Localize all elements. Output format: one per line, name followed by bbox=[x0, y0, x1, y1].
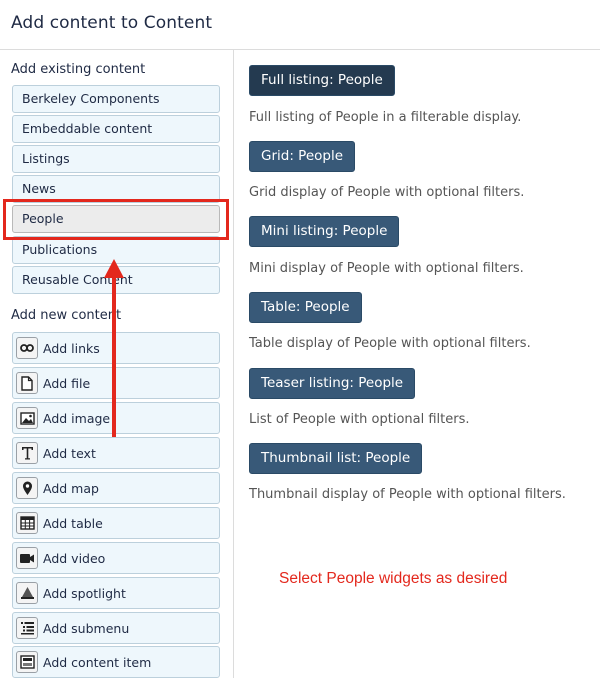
full-listing-people-button[interactable]: Full listing: People bbox=[249, 65, 395, 96]
existing-item-embeddable-content[interactable]: Embeddable content bbox=[12, 115, 220, 143]
image-icon bbox=[16, 407, 38, 429]
file-icon bbox=[16, 372, 38, 394]
add-spotlight-button[interactable]: Add spotlight bbox=[12, 577, 220, 609]
add-links-label: Add links bbox=[43, 341, 100, 356]
existing-item-berkeley-components[interactable]: Berkeley Components bbox=[12, 85, 220, 113]
add-submenu-label: Add submenu bbox=[43, 621, 130, 636]
add-text-button[interactable]: Add text bbox=[12, 437, 220, 469]
text-icon bbox=[16, 442, 38, 464]
add-map-button[interactable]: Add map bbox=[12, 472, 220, 504]
grid-people-button[interactable]: Grid: People bbox=[249, 141, 356, 172]
teaser-listing-people-description: List of People with optional filters. bbox=[249, 412, 470, 427]
teaser-listing-people-button[interactable]: Teaser listing: People bbox=[249, 368, 416, 399]
add-map-label: Add map bbox=[43, 481, 99, 496]
add-content-item-button[interactable]: Add content item bbox=[12, 646, 220, 678]
add-image-button[interactable]: Add image bbox=[12, 402, 220, 434]
sidebar: Add existing content Berkeley Components… bbox=[0, 50, 234, 678]
table-people-button[interactable]: Table: People bbox=[249, 292, 362, 323]
add-file-button[interactable]: Add file bbox=[12, 367, 220, 399]
existing-item-publications[interactable]: Publications bbox=[12, 236, 220, 264]
mini-listing-people-description: Mini display of People with optional fil… bbox=[249, 261, 524, 276]
add-content-item-label: Add content item bbox=[43, 655, 152, 670]
map-pin-icon bbox=[16, 477, 38, 499]
video-camera-icon bbox=[16, 547, 38, 569]
table-icon bbox=[16, 512, 38, 534]
existing-item-reusable-content[interactable]: Reusable Content bbox=[12, 266, 220, 294]
table-people-description: Table display of People with optional fi… bbox=[249, 336, 531, 351]
dialog-title: Add content to Content bbox=[11, 13, 213, 33]
add-links-button[interactable]: Add links bbox=[12, 332, 220, 364]
add-video-label: Add video bbox=[43, 551, 106, 566]
thumbnail-list-people-button[interactable]: Thumbnail list: People bbox=[249, 443, 423, 474]
grid-people-description: Grid display of People with optional fil… bbox=[249, 185, 525, 200]
submenu-icon bbox=[16, 617, 38, 639]
full-listing-people-description: Full listing of People in a filterable d… bbox=[249, 110, 522, 125]
add-table-button[interactable]: Add table bbox=[12, 507, 220, 539]
annotation-highlight-box bbox=[3, 199, 229, 240]
add-text-label: Add text bbox=[43, 446, 96, 461]
existing-content-label: Add existing content bbox=[11, 62, 146, 77]
content-item-icon bbox=[16, 651, 38, 673]
add-video-button[interactable]: Add video bbox=[12, 542, 220, 574]
add-image-label: Add image bbox=[43, 411, 111, 426]
dialog-header: Add content to Content bbox=[0, 0, 600, 50]
thumbnail-list-people-description: Thumbnail display of People with optiona… bbox=[249, 487, 566, 502]
existing-item-listings[interactable]: Listings bbox=[12, 145, 220, 173]
add-file-label: Add file bbox=[43, 376, 91, 391]
link-icon bbox=[16, 337, 38, 359]
spotlight-icon bbox=[16, 582, 38, 604]
add-spotlight-label: Add spotlight bbox=[43, 586, 126, 601]
mini-listing-people-button[interactable]: Mini listing: People bbox=[249, 216, 400, 247]
add-submenu-button[interactable]: Add submenu bbox=[12, 612, 220, 644]
add-table-label: Add table bbox=[43, 516, 103, 531]
new-content-label: Add new content bbox=[11, 308, 122, 323]
annotation-note: Select People widgets as desired bbox=[279, 570, 508, 587]
